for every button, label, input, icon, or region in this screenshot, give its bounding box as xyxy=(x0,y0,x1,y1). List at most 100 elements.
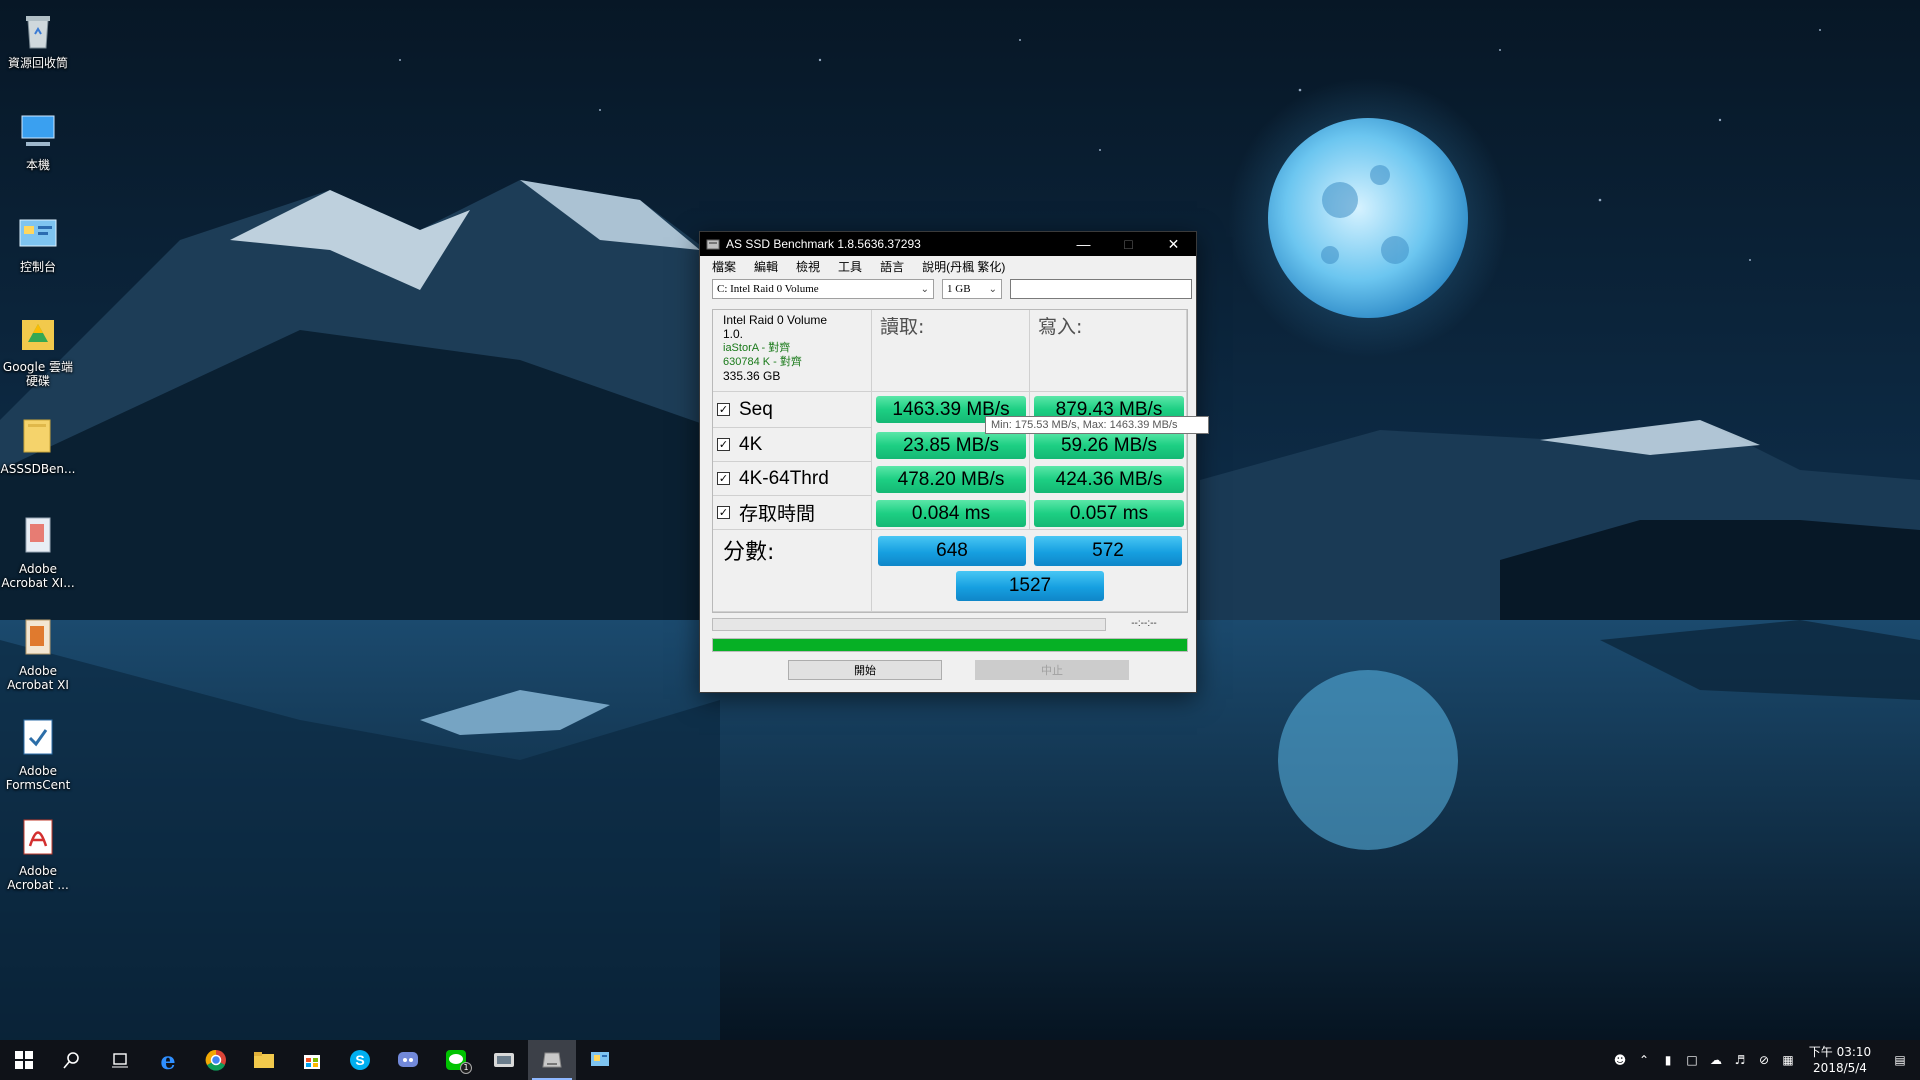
taskbar-as-ssd[interactable] xyxy=(528,1040,576,1080)
cloud-icon[interactable]: ☁ xyxy=(1704,1040,1728,1080)
drive-version: 1.0. xyxy=(723,327,744,341)
taskbar-edge[interactable]: e xyxy=(144,1040,192,1080)
desktop-icon-label: 控制台 xyxy=(19,260,56,274)
score-total: 1527 xyxy=(956,571,1104,601)
people-icon[interactable]: ☻ xyxy=(1608,1040,1632,1080)
menu-edit[interactable]: 編輯 xyxy=(754,258,778,275)
app-icon xyxy=(494,1053,514,1067)
control-panel-icon xyxy=(19,219,57,247)
desktop-icon-this-pc[interactable]: 本機 xyxy=(0,110,76,172)
test-size-value: 1 GB xyxy=(947,283,971,295)
drive-select-value: C: Intel Raid 0 Volume xyxy=(717,283,819,295)
notification-badge: 1 xyxy=(460,1062,472,1074)
acrobat-reader-icon xyxy=(23,819,53,855)
desktop-icon-label: Adobe Acrobat XI... xyxy=(1,562,75,590)
4k-checkbox[interactable]: ✓ xyxy=(717,438,730,451)
elapsed-time: --:--:-- xyxy=(1131,618,1157,629)
title-bar[interactable]: AS SSD Benchmark 1.8.5636.37293 — □ ✕ xyxy=(700,232,1196,256)
row-label: 存取時間 xyxy=(739,504,816,525)
close-button[interactable]: ✕ xyxy=(1151,232,1196,256)
svg-text:S: S xyxy=(355,1052,364,1068)
drive-info: Intel Raid 0 Volume 1.0. iaStorA - 對齊 63… xyxy=(713,310,872,392)
network-icon[interactable]: □ xyxy=(1680,1040,1704,1080)
access-time-write-value: 0.057 ms xyxy=(1034,500,1184,527)
access-time-checkbox[interactable]: ✓ xyxy=(717,506,730,519)
desktop-icon-google-drive[interactable]: Google 雲端硬碟 xyxy=(0,312,76,388)
taskbar-skype[interactable]: S xyxy=(336,1040,384,1080)
test-size-select[interactable]: 1 GB ⌄ xyxy=(942,279,1002,299)
maximize-button[interactable]: □ xyxy=(1106,232,1151,256)
status-textbox[interactable] xyxy=(1010,279,1192,299)
search-button[interactable] xyxy=(48,1040,96,1080)
google-drive-icon xyxy=(22,320,54,350)
menu-tools[interactable]: 工具 xyxy=(838,258,862,275)
recycle-bin-icon xyxy=(26,16,50,49)
taskbar-line[interactable]: 1 xyxy=(432,1040,480,1080)
desktop-icon-label: Adobe Acrobat ... xyxy=(7,864,69,892)
total-progress-bar xyxy=(712,638,1188,652)
desktop-icon-asssdben[interactable]: ASSSDBen... xyxy=(0,414,76,476)
menu-file[interactable]: 檔案 xyxy=(712,258,736,275)
ime-icon[interactable]: ▦ xyxy=(1776,1040,1800,1080)
taskbar-file-explorer[interactable] xyxy=(240,1040,288,1080)
taskbar-discord[interactable] xyxy=(384,1040,432,1080)
task-view-icon xyxy=(112,1053,128,1068)
action-center-icon[interactable]: ▤ xyxy=(1880,1040,1920,1080)
4k-64thrd-checkbox[interactable]: ✓ xyxy=(717,472,730,485)
desktop-icon-recycle-bin[interactable]: 資源回收筒 xyxy=(0,8,76,70)
menu-language[interactable]: 語言 xyxy=(880,258,904,275)
score-write: 572 xyxy=(1034,536,1182,566)
drive-select[interactable]: C: Intel Raid 0 Volume ⌄ xyxy=(712,279,934,299)
score-read: 648 xyxy=(878,536,1026,566)
taskbar-chrome[interactable] xyxy=(192,1040,240,1080)
desktop-icon-control-panel[interactable]: 控制台 xyxy=(0,212,76,274)
task-view-button[interactable] xyxy=(96,1040,144,1080)
driver-status: iaStorA - 對齊 xyxy=(723,342,791,354)
skype-icon: S xyxy=(350,1050,370,1070)
blocked-icon[interactable]: ⊘ xyxy=(1752,1040,1776,1080)
search-icon xyxy=(63,1052,79,1069)
desktop-icon-acrobat-reader[interactable]: Adobe Acrobat ... xyxy=(0,816,76,892)
taskbar-store[interactable] xyxy=(288,1040,336,1080)
4k-64thrd-read-value: 478.20 MB/s xyxy=(876,466,1026,493)
selection-row: C: Intel Raid 0 Volume ⌄ 1 GB ⌄ xyxy=(700,276,1196,302)
access-time-read-value: 0.084 ms xyxy=(876,500,1026,527)
desktop-icon-acrobat-distiller[interactable]: Adobe Acrobat XI... xyxy=(0,514,76,590)
desktop-icon-label: Adobe Acrobat XI xyxy=(7,664,69,692)
acrobat-distiller-icon xyxy=(25,517,51,553)
clock-date: 2018/5/4 xyxy=(1813,1061,1867,1075)
formscentral-icon xyxy=(23,719,53,755)
window-title: AS SSD Benchmark 1.8.5636.37293 xyxy=(726,237,921,251)
desktop-icon-acrobat[interactable]: Adobe Acrobat XI xyxy=(0,616,76,692)
acrobat-icon xyxy=(25,619,51,655)
row-label: Seq xyxy=(739,398,773,420)
menu-help[interactable]: 說明(丹楓 繁化) xyxy=(922,258,1005,275)
drive-name: Intel Raid 0 Volume xyxy=(723,313,828,327)
read-header: 讀取: xyxy=(872,310,1030,392)
volume-icon[interactable]: ♬ xyxy=(1728,1040,1752,1080)
start-icon xyxy=(15,1051,33,1069)
clock[interactable]: 下午 03:10 2018/5/4 xyxy=(1800,1044,1880,1076)
chevron-up-icon[interactable]: ⌃ xyxy=(1632,1040,1656,1080)
menu-bar: 檔案 編輯 檢視 工具 語言 說明(丹楓 繁化) xyxy=(700,256,1196,276)
taskbar-app[interactable] xyxy=(480,1040,528,1080)
clock-time: 下午 03:10 xyxy=(1808,1045,1872,1059)
row-label: 4K-64Thrd xyxy=(739,467,829,489)
start-button[interactable]: 開始 xyxy=(788,660,942,680)
taskbar-control-panel[interactable] xyxy=(576,1040,624,1080)
start-button[interactable] xyxy=(0,1040,48,1080)
battery-icon[interactable]: ▮ xyxy=(1656,1040,1680,1080)
minimize-button[interactable]: — xyxy=(1061,232,1106,256)
menu-view[interactable]: 檢視 xyxy=(796,258,820,275)
file-explorer-icon xyxy=(254,1052,274,1068)
abort-button[interactable]: 中止 xyxy=(975,660,1129,680)
desktop-icon-formscentral[interactable]: Adobe FormsCent xyxy=(0,716,76,792)
as-ssd-icon xyxy=(542,1052,562,1068)
seq-checkbox[interactable]: ✓ xyxy=(717,403,730,416)
as-ssd-window[interactable]: AS SSD Benchmark 1.8.5636.37293 — □ ✕ 檔案… xyxy=(699,231,1197,693)
total-progress-fill xyxy=(713,639,1187,651)
system-tray: ☻ ⌃ ▮ □ ☁ ♬ ⊘ ▦ 下午 03:10 2018/5/4 ▤ xyxy=(1608,1040,1920,1080)
row-access-time: ✓ 存取時間 xyxy=(713,496,872,530)
folder-icon xyxy=(23,419,51,453)
store-icon xyxy=(304,1055,320,1069)
